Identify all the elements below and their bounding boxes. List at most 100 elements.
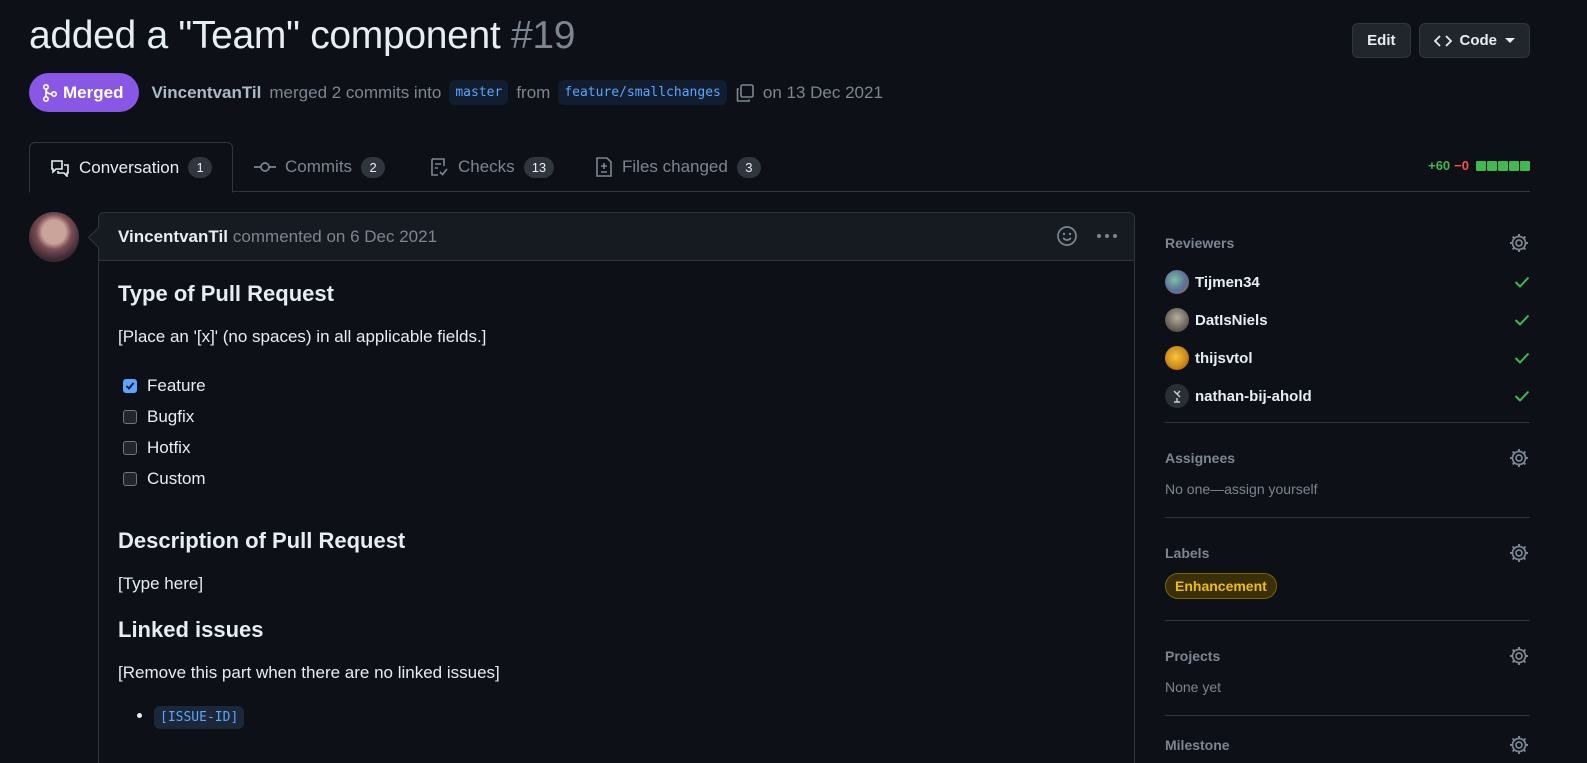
avatar[interactable] [1165, 270, 1189, 294]
identicon-icon [1173, 390, 1181, 403]
task-label: Bugfix [147, 406, 195, 426]
comment-header: VincentvanTil commented on 6 Dec 2021 [99, 213, 1134, 261]
from-text: from [516, 82, 551, 102]
avatar[interactable] [1165, 346, 1189, 370]
tab-conversation[interactable]: Conversation 1 [29, 142, 234, 193]
pr-number: #19 [511, 14, 576, 57]
task-item: Custom [118, 463, 1115, 494]
code-button-label: Code [1459, 32, 1498, 49]
heading-description: Description of Pull Request [118, 528, 406, 553]
milestone-title: Milestone [1165, 737, 1230, 753]
reviewers-title: Reviewers [1165, 235, 1235, 251]
labels-header: Labels [1165, 542, 1530, 564]
reviewer-name[interactable]: nathan-bij-ahold [1195, 388, 1508, 405]
task-label: Feature [147, 375, 206, 395]
instruction-text: [Place an '[x]' (no spaces) in all appli… [118, 327, 487, 346]
heading-linked-issues: Linked issues [118, 617, 264, 642]
task-item: Bugfix [118, 401, 1115, 432]
kebab-horizontal-icon[interactable] [1096, 233, 1118, 239]
merge-text: merged 2 commits into [269, 82, 442, 102]
check-icon [1514, 352, 1530, 364]
merger-link[interactable]: VincentvanTil [151, 83, 261, 103]
reviewer-list: Tijmen34 DatIsNiels thijsvtol nathan-bij… [1165, 263, 1530, 415]
comment-discussion-icon [51, 159, 69, 177]
reviewer-name[interactable]: DatIsNiels [1195, 312, 1508, 329]
task-checkbox[interactable] [123, 471, 137, 486]
reviewer-row: Tijmen34 [1165, 263, 1530, 301]
projects-section: Projects None yet [1165, 621, 1530, 716]
diffstat-block [1487, 160, 1497, 171]
label-list: Enhancement [1165, 573, 1530, 599]
check-icon [1514, 276, 1530, 288]
task-checkbox-checked[interactable] [123, 378, 137, 393]
comment-body: Type of Pull Request [Place an '[x]' (no… [99, 261, 1134, 746]
gear-icon[interactable] [1508, 734, 1530, 756]
tab-checks[interactable]: Checks 13 [409, 142, 574, 192]
caret-down-icon [1505, 38, 1515, 43]
tab-conversation-label: Conversation [79, 157, 180, 177]
diffstat[interactable]: +60 −0 [1428, 158, 1530, 173]
assign-yourself-link[interactable]: No one—assign yourself [1165, 481, 1530, 497]
check-icon [1514, 390, 1530, 402]
head-branch[interactable]: feature/smallchanges [558, 80, 727, 105]
gear-icon[interactable] [1508, 447, 1530, 469]
comment-actions [1056, 225, 1118, 247]
avatar[interactable] [1165, 308, 1189, 332]
reviewer-row: nathan-bij-ahold [1165, 377, 1530, 415]
tab-commits[interactable]: Commits 2 [234, 142, 405, 192]
task-label: Custom [147, 468, 206, 488]
reviewers-header: Reviewers [1165, 232, 1530, 254]
edit-button-label: Edit [1367, 32, 1396, 49]
copy-icon[interactable] [735, 83, 755, 103]
merge-date: on 13 Dec 2021 [762, 82, 883, 102]
header-actions: Edit Code [1352, 23, 1530, 58]
task-item: Feature [118, 370, 1115, 401]
list-item: [ISSUE-ID] [154, 706, 1115, 729]
label-enhancement[interactable]: Enhancement [1165, 573, 1277, 599]
diffstat-block [1498, 160, 1508, 171]
comment-meta: commented on 6 Dec 2021 [232, 226, 438, 246]
reviewer-row: thijsvtol [1165, 339, 1530, 377]
diffstat-block [1520, 160, 1530, 171]
comment-box: VincentvanTil commented on 6 Dec 2021 Ty… [98, 212, 1135, 763]
reviewer-row: DatIsNiels [1165, 301, 1530, 339]
projects-header: Projects [1165, 645, 1530, 667]
sidebar: Reviewers Tijmen34 DatIsNiels thijsvtol [1165, 220, 1530, 756]
task-checkbox[interactable] [123, 409, 137, 424]
projects-title: Projects [1165, 648, 1221, 664]
edit-button[interactable]: Edit [1352, 23, 1411, 58]
tab-files-changed-label: Files changed [622, 157, 728, 176]
reviewer-name[interactable]: thijsvtol [1195, 350, 1508, 367]
milestone-header: Milestone [1165, 734, 1530, 756]
tab-commits-label: Commits [285, 157, 353, 176]
smiley-icon[interactable] [1056, 225, 1078, 247]
linked-issues-list: [ISSUE-ID] [135, 706, 1115, 729]
avatar[interactable] [1165, 384, 1189, 408]
base-branch[interactable]: master [449, 80, 509, 105]
description-text: [Type here] [118, 574, 204, 593]
issue-id-code: [ISSUE-ID] [154, 706, 245, 729]
milestone-section: Milestone [1165, 716, 1530, 756]
projects-empty: None yet [1165, 679, 1222, 695]
code-icon [1433, 34, 1452, 47]
tab-checks-label: Checks [458, 157, 515, 176]
avatar[interactable] [29, 212, 79, 262]
gear-icon[interactable] [1508, 542, 1530, 564]
file-diff-icon [596, 157, 612, 177]
tab-files-changed[interactable]: Files changed 3 [575, 142, 781, 192]
assignees-title: Assignees [1165, 450, 1236, 466]
gear-icon[interactable] [1508, 232, 1530, 254]
labels-section: Labels Enhancement [1165, 518, 1530, 621]
comment-author[interactable]: VincentvanTil [118, 227, 228, 247]
linked-issues-instruction: [Remove this part when there are no link… [118, 663, 500, 682]
merged-status-label: Merged [63, 82, 124, 102]
task-checkbox[interactable] [123, 440, 137, 455]
reviewer-name[interactable]: Tijmen34 [1195, 274, 1508, 291]
check-icon [125, 381, 135, 390]
heading-type: Type of Pull Request [118, 281, 334, 306]
check-icon [1514, 314, 1530, 326]
diffstat-deletions: −0 [1454, 158, 1469, 173]
pr-status-row: Merged VincentvanTil merged 2 commits in… [29, 73, 883, 112]
code-button[interactable]: Code [1418, 23, 1530, 58]
gear-icon[interactable] [1508, 645, 1530, 667]
